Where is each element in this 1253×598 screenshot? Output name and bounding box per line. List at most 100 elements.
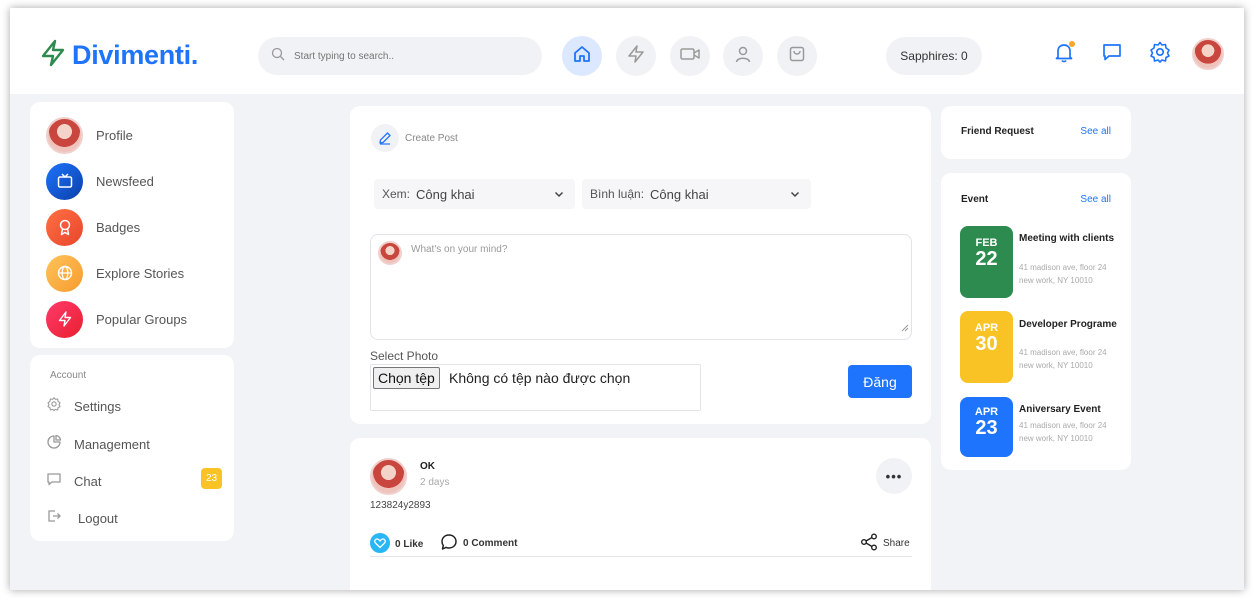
menu-item-badges[interactable]: Badges — [46, 208, 140, 246]
post-more-button[interactable]: ••• — [876, 458, 912, 494]
sapphires-counter[interactable]: Sapphires: 0 — [886, 37, 982, 75]
event-address: 41 madison ave, floor 24 new work, NY 10… — [1019, 263, 1107, 285]
event-name[interactable]: Meeting with clients — [1019, 233, 1119, 245]
account-title: Account — [50, 370, 87, 381]
create-post-title: Create Post — [405, 133, 458, 144]
menu-item-popular-groups[interactable]: Popular Groups — [46, 300, 187, 338]
account-item-settings[interactable]: Settings — [46, 396, 222, 417]
search-bar[interactable] — [258, 37, 542, 75]
select-key: Xem: — [382, 187, 411, 201]
friend-request-title: Friend Request — [961, 126, 1034, 137]
menu-label: Badges — [96, 219, 141, 235]
like-button[interactable]: 0 Like — [370, 533, 423, 556]
post-timestamp: 2 days — [420, 477, 450, 488]
event-day: 22 — [975, 248, 998, 270]
settings-button[interactable] — [1147, 41, 1173, 67]
bolt-icon — [46, 300, 83, 338]
post-divider — [370, 556, 912, 557]
account-item-chat[interactable]: Chat 23 — [46, 468, 222, 492]
nav-shop-button[interactable] — [777, 36, 817, 76]
menu-label: Newsfeed — [96, 173, 154, 189]
menu-item-newsfeed[interactable]: Newsfeed — [46, 162, 154, 200]
logout-icon — [46, 508, 62, 529]
nav-home-button[interactable] — [562, 36, 602, 76]
account-label: Management — [74, 437, 150, 452]
video-icon — [679, 44, 701, 69]
event-address: 41 madison ave, floor 24 new work, NY 10… — [1019, 348, 1107, 370]
account-label: Settings — [74, 399, 121, 414]
chevron-down-icon — [553, 188, 565, 203]
post-author-name[interactable]: OK — [420, 461, 435, 472]
account-menu: Account Settings Management Chat 23 Logo… — [30, 355, 234, 541]
logo-text: Divimenti. — [72, 40, 199, 70]
heart-icon — [370, 533, 390, 556]
nav-video-button[interactable] — [670, 36, 710, 76]
award-icon — [46, 208, 83, 246]
messages-button[interactable] — [1099, 41, 1125, 67]
user-avatar — [378, 241, 402, 265]
event-day: 23 — [975, 417, 998, 439]
file-status-text: Không có tệp nào được chọn — [449, 370, 631, 386]
menu-item-profile[interactable]: Profile — [46, 116, 133, 154]
gear-icon — [46, 396, 62, 417]
resize-handle-icon[interactable] — [901, 319, 909, 337]
account-label: Logout — [78, 511, 118, 526]
account-item-management[interactable]: Management — [46, 434, 222, 455]
photo-file-input: Chọn tệp Không có tệp nào được chọn — [370, 364, 701, 411]
post-author-avatar[interactable] — [370, 458, 407, 495]
logo[interactable]: Divimenti. — [40, 39, 198, 72]
post-textarea[interactable]: What's on your mind? — [370, 234, 912, 340]
event-title: Event — [961, 194, 989, 205]
message-icon — [46, 471, 62, 492]
event-see-all[interactable]: See all — [1080, 194, 1111, 205]
nav-stories-button[interactable] — [616, 36, 656, 76]
menu-item-explore-stories[interactable]: Explore Stories — [46, 254, 184, 292]
friend-request-see-all[interactable]: See all — [1080, 126, 1111, 137]
create-post-card: Create Post Xem: Công khai Bình luận: Cô… — [350, 106, 931, 424]
event-date-badge[interactable]: APR 30 — [960, 311, 1013, 383]
top-header: Divimenti. Start typing to search.. Sapp… — [10, 8, 1244, 94]
comment-button[interactable]: 0 Comment — [440, 533, 517, 554]
comment-icon — [440, 533, 458, 554]
search-input[interactable] — [294, 50, 514, 62]
pie-chart-icon — [46, 434, 62, 455]
profile-avatar — [46, 116, 83, 154]
bolt-icon — [626, 44, 646, 69]
notification-dot — [1069, 41, 1075, 47]
tv-icon — [46, 162, 83, 200]
event-date-badge[interactable]: APR 23 — [960, 397, 1013, 457]
comment-privacy-select[interactable]: Bình luận: Công khai — [582, 179, 811, 209]
select-value: Công khai — [416, 186, 475, 202]
menu-label: Profile — [96, 127, 133, 143]
user-avatar[interactable] — [1192, 38, 1224, 70]
event-date-badge[interactable]: FEB 22 — [960, 226, 1013, 298]
search-icon — [271, 47, 285, 66]
chevron-down-icon — [789, 188, 801, 203]
feed-post: OK 2 days ••• 123824y2893 0 Like 0 Comme… — [350, 438, 931, 590]
select-key: Bình luận: — [590, 187, 645, 201]
event-name[interactable]: Developer Programe — [1019, 319, 1119, 331]
event-day: 30 — [975, 333, 998, 355]
app-window: Divimenti. Start typing to search.. Sapp… — [10, 8, 1244, 590]
menu-label: Popular Groups — [96, 311, 188, 327]
event-address: 41 madison ave, floor 24 new work, NY 10… — [1019, 421, 1107, 443]
gear-icon — [1148, 40, 1172, 69]
notifications-button[interactable] — [1051, 41, 1077, 67]
account-label: Chat — [74, 474, 102, 489]
message-icon — [1101, 41, 1123, 68]
friend-request-card: Friend Request See all — [941, 106, 1131, 159]
post-placeholder: What's on your mind? — [411, 244, 508, 255]
chat-count-badge: 23 — [201, 468, 222, 489]
nav-profile-button[interactable] — [723, 36, 763, 76]
share-button[interactable]: Share — [860, 533, 910, 554]
globe-icon — [46, 254, 83, 292]
event-name[interactable]: Aniversary Event — [1019, 404, 1119, 416]
more-dots-icon: ••• — [885, 468, 903, 484]
post-content: 123824y2893 — [370, 500, 431, 511]
submit-post-button[interactable]: Đăng — [848, 365, 912, 398]
bolt-logo-icon — [40, 39, 66, 72]
account-item-logout[interactable]: Logout — [46, 508, 222, 529]
choose-file-button[interactable]: Chọn tệp — [373, 367, 440, 389]
view-privacy-select[interactable]: Xem: Công khai — [374, 179, 575, 209]
like-count: 0 Like — [395, 539, 424, 550]
